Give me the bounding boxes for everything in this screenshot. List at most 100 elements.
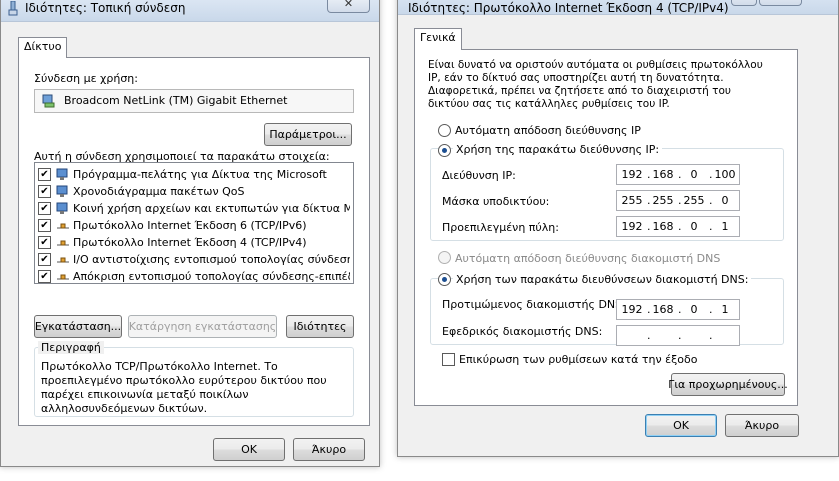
right-ok-label: OK [673,419,689,432]
subnet-octet-1: 255 [621,194,643,207]
item-label: Πρόγραμμα-πελάτης για Δίκτυα της Microso… [73,168,327,181]
item-checkbox[interactable]: ✔ [38,219,51,232]
left-titlebar[interactable]: Ιδιότητες: Τοπική σύνδεση ✕ [1,0,379,22]
auto-dns-radio[interactable] [438,251,451,264]
adapter-icon [41,94,57,108]
list-item[interactable]: ✔ Πρωτόκολλο Internet Έκδοση 6 (TCP/IPv6… [38,217,350,234]
alternate-dns-field[interactable]: . . . [616,325,740,346]
auto-ip-label: Αυτόματη απόδοση διεύθυνσης IP [455,124,641,137]
item-label: Πρωτόκολλο Internet Έκδοση 6 (TCP/IPv6) [73,219,307,232]
close-icon: ✕ [776,0,785,3]
right-titlebar[interactable]: Ιδιότητες: Πρωτόκολλο Internet Έκδοση 4 … [398,0,838,15]
gateway-octet-2: 168 [652,220,674,233]
item-label: Πρωτόκολλο Internet Έκδοση 4 (TCP/IPv4) [73,236,307,249]
preferred-dns-octet-4: 1 [721,303,729,316]
item-label: I/O αντιστοίχισης εντοπισμού τοπολογίας … [73,253,350,266]
protocol-icon [55,219,71,233]
left-cancel-button[interactable]: Άκυρο [293,438,365,461]
share-icon [55,202,71,216]
gateway-octet-4: 1 [721,220,729,233]
advanced-button-label: Για προχωρημένους... [668,378,788,391]
uninstall-button-label: Κατάργηση εγκατάστασης [128,320,277,333]
client-icon [55,168,71,182]
help-button[interactable]: ? [731,0,757,6]
list-item[interactable]: ✔ I/O αντιστοίχισης εντοπισμού τοπολογία… [38,251,350,268]
validate-checkbox[interactable] [442,353,455,366]
ip-dot: . [647,329,651,342]
left-window-title: Ιδιότητες: Τοπική σύνδεση [25,1,186,15]
preferred-dns-field[interactable]: 192 . 168 . 0 . 1 [616,299,740,320]
protocol-icon [55,253,71,267]
subnet-field[interactable]: 255 . 255 . 255 . 0 [616,190,740,211]
gateway-label: Προεπιλεγμένη πύλη: [442,221,559,234]
item-checkbox[interactable]: ✔ [38,253,51,266]
tab-general-label: Γενικά [420,31,456,44]
left-ok-label: OK [241,443,257,456]
ip-octet-2: 168 [652,168,674,181]
left-close-button[interactable]: ✕ [327,0,370,13]
description-text: Πρωτόκολλο TCP/Πρωτόκολλο Internet. Το π… [41,360,349,415]
subnet-octet-2: 255 [652,194,674,207]
protocol-icon [55,236,71,250]
install-button-label: Εγκατάσταση... [34,320,122,333]
item-checkbox[interactable]: ✔ [38,168,51,181]
list-item[interactable]: ✔ Απόκριση εντοπισμού τοπολογίας σύνδεση… [38,268,350,284]
item-checkbox[interactable]: ✔ [38,202,51,215]
preferred-dns-octet-1: 192 [621,303,643,316]
description-text-content: Πρωτόκολλο TCP/Πρωτόκολλο Internet. Το π… [41,360,327,415]
advanced-button[interactable]: Για προχωρημένους... [668,373,788,396]
subnet-octet-4: 0 [721,194,729,207]
tab-network-label: Δίκτυο [24,40,62,53]
item-checkbox[interactable]: ✔ [38,236,51,249]
left-ok-button[interactable]: OK [213,438,285,461]
configure-button[interactable]: Παράμετροι... [264,123,352,146]
preferred-dns-octet-3: 0 [690,303,698,316]
list-item[interactable]: ✔ Κοινή χρήση αρχείων και εκτυπωτών για … [38,200,350,217]
install-button[interactable]: Εγκατάσταση... [34,315,122,338]
manual-dns-radio[interactable] [438,273,451,286]
tab-general[interactable]: Γενικά [414,28,462,50]
description-legend: Περιγραφή [38,341,104,354]
preferred-dns-label: Προτιμώμενος διακομιστής DNS: [442,298,626,311]
intro-text-content: Είναι δυνατό να οριστούν αυτόματα οι ρυθ… [428,59,763,110]
properties-button-label: Ιδιότητες [293,320,347,333]
intro-text: Είναι δυνατό να οριστούν αυτόματα οι ρυθ… [428,59,768,111]
gateway-octet-3: 0 [690,220,698,233]
gateway-field[interactable]: 192 . 168 . 0 . 1 [616,216,740,237]
uninstall-button[interactable]: Κατάργηση εγκατάστασης [128,315,277,338]
ip-address-label: Διεύθυνση IP: [442,169,516,182]
adapter-name: Broadcom NetLink (TM) Gigabit Ethernet [64,94,288,107]
item-checkbox[interactable]: ✔ [38,270,51,283]
right-cancel-button[interactable]: Άκυρο [725,414,799,437]
right-close-button[interactable]: ✕ [759,0,802,6]
manual-dns-label: Χρήση των παρακάτω διευθύνσεων διακομιστ… [453,273,752,286]
list-item[interactable]: ✔ Χρονοδιάγραμμα πακέτων QoS [38,183,350,200]
tab-network[interactable]: Δίκτυο [18,37,68,58]
auto-ip-radio[interactable] [438,124,451,137]
protocol-icon [55,270,71,284]
ip-octet-3: 0 [690,168,698,181]
network-icon [7,1,19,16]
list-item[interactable]: ✔ Πρωτόκολλο Internet Έκδοση 4 (TCP/IPv4… [38,234,350,251]
ipv4-properties-window: Ιδιότητες: Πρωτόκολλο Internet Έκδοση 4 … [397,0,839,457]
properties-button[interactable]: Ιδιότητες [286,315,354,338]
adapter-box: Broadcom NetLink (TM) Gigabit Ethernet [34,89,354,113]
help-icon: ? [741,0,747,3]
item-label: Κοινή χρήση αρχείων και εκτυπωτών για δί… [73,202,350,215]
alternate-dns-label: Εφεδρικός διακομιστής DNS: [442,325,603,338]
preferred-dns-octet-2: 168 [652,303,674,316]
items-list: ✔ Πρόγραμμα-πελάτης για Δίκτυα της Micro… [34,162,354,284]
right-ok-button[interactable]: OK [645,414,717,437]
qos-icon [55,185,71,199]
left-cancel-label: Άκυρο [311,443,347,456]
item-checkbox[interactable]: ✔ [38,185,51,198]
item-label: Απόκριση εντοπισμού τοπολογίας σύνδεσης-… [73,270,350,283]
configure-button-label: Παράμετροι... [269,128,347,141]
subnet-octet-3: 255 [683,194,705,207]
validate-label: Επικύρωση των ρυθμίσεων κατά την έξοδο [459,353,698,366]
list-item[interactable]: ✔ Πρόγραμμα-πελάτης για Δίκτυα της Micro… [38,166,350,183]
manual-ip-radio[interactable] [438,144,451,157]
ip-address-field[interactable]: 192 . 168 . 0 . 100 [616,164,740,185]
right-window-title: Ιδιότητες: Πρωτόκολλο Internet Έκδοση 4 … [408,1,729,15]
ip-octet-1: 192 [621,168,643,181]
